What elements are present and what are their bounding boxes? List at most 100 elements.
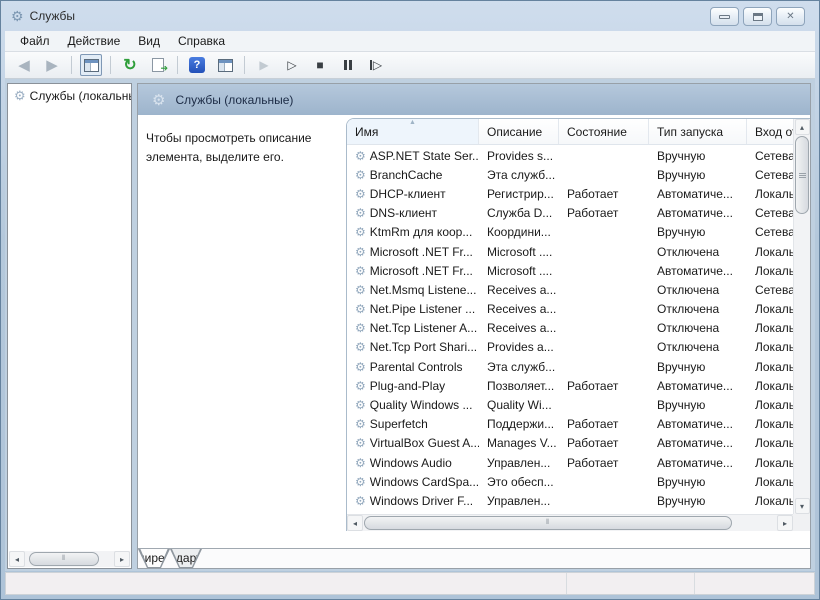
service-gear-icon: ⚙ <box>355 245 366 259</box>
table-row[interactable]: ⚙ Windows Driver F... Управлен... Вручну… <box>347 491 793 510</box>
table-row[interactable]: ⚙ Net.Tcp Listener A... Receives a... От… <box>347 319 793 338</box>
horizontal-scrollbar-thumb[interactable]: ⦀ <box>364 516 732 530</box>
column-header-name[interactable]: Имя ▲ <box>347 119 479 144</box>
forward-arrow-icon: ▶ <box>46 56 58 74</box>
minimize-button[interactable] <box>710 7 739 26</box>
column-header-state[interactable]: Состояние <box>559 119 649 144</box>
service-startup-type-cell: Автоматиче... <box>649 434 747 453</box>
menu-action[interactable]: Действие <box>59 32 130 50</box>
table-row[interactable]: ⚙ DHCP-клиент Регистрир... Работает Авто… <box>347 184 793 203</box>
service-logon-cell: Локальная система <box>747 300 793 319</box>
table-header-row: Имя ▲ Описание Состояние Тип запуска Вхо… <box>347 119 793 145</box>
table-row[interactable]: ⚙ Quality Windows ... Quality Wi... Вруч… <box>347 395 793 414</box>
toolbar-separator <box>244 56 245 74</box>
tree-item-services-local[interactable]: ⚙ Службы (локальные) <box>8 84 131 106</box>
view-tab-bar: Расширенный Стандартный <box>138 548 810 568</box>
title-bar[interactable]: ⚙ Службы ✕ <box>1 1 819 31</box>
menu-bar: Файл Действие Вид Справка <box>5 31 815 52</box>
scrollbar-corner <box>793 514 810 531</box>
status-pane-secondary <box>567 573 695 594</box>
column-header-logon-as[interactable]: Вход от имени <box>747 119 793 144</box>
table-row[interactable]: ⚙ Superfetch Поддержи... Работает Автома… <box>347 415 793 434</box>
column-header-startup-type[interactable]: Тип запуска <box>649 119 747 144</box>
toolbar-separator <box>110 56 111 74</box>
help-button[interactable]: ? <box>186 54 208 76</box>
service-description-cell: Эта служб... <box>479 165 559 184</box>
table-row[interactable]: ⚙ Net.Msmq Listene... Receives a... Откл… <box>347 280 793 299</box>
tree-item-label: Службы (локальные) <box>30 89 131 103</box>
tab-standard[interactable]: Стандартный <box>170 549 202 568</box>
service-name-cell: ⚙ Parental Controls <box>347 357 479 376</box>
scroll-left-icon[interactable]: ◂ <box>9 551 25 567</box>
service-gear-icon: ⚙ <box>355 283 366 297</box>
help-icon: ? <box>189 57 205 73</box>
menu-file[interactable]: Файл <box>11 32 59 50</box>
horizontal-scrollbar[interactable]: ◂ ⦀ ▸ <box>347 514 793 531</box>
scroll-right-icon[interactable]: ▸ <box>114 551 130 567</box>
start-service-button[interactable]: ▷ <box>281 54 303 76</box>
forward-button[interactable]: ▶ <box>41 54 63 76</box>
service-description-cell: Управлен... <box>479 491 559 510</box>
menu-help[interactable]: Справка <box>169 32 234 50</box>
service-logon-cell: Локальная система <box>747 338 793 357</box>
refresh-button[interactable]: ↻ <box>119 54 141 76</box>
close-button[interactable]: ✕ <box>776 7 805 26</box>
column-header-description[interactable]: Описание <box>479 119 559 144</box>
menu-view[interactable]: Вид <box>129 32 169 50</box>
table-row[interactable]: ⚙ ASP.NET State Ser... Provides s... Вру… <box>347 146 793 165</box>
service-description-cell: Поддержи... <box>479 415 559 434</box>
service-name-cell: ⚙ Windows CardSpa... <box>347 472 479 491</box>
back-button[interactable]: ◀ <box>13 54 35 76</box>
service-description-cell: Эта служб... <box>479 357 559 376</box>
service-state-cell <box>559 319 649 338</box>
table-row[interactable]: ⚙ Microsoft .NET Fr... Microsoft .... Ав… <box>347 261 793 280</box>
table-row[interactable]: ⚙ Net.Tcp Port Shari... Provides a... От… <box>347 338 793 357</box>
banner-title: Службы (локальные) <box>175 93 293 107</box>
table-row[interactable]: ⚙ Microsoft .NET Fr... Microsoft .... От… <box>347 242 793 261</box>
restart-service-button[interactable]: ▷ <box>365 54 387 76</box>
service-description-cell: Provides a... <box>479 338 559 357</box>
scroll-up-icon[interactable]: ▴ <box>795 119 810 135</box>
service-name-cell: ⚙ Plug-and-Play <box>347 376 479 395</box>
tab-extended[interactable]: Расширенный <box>138 549 170 568</box>
sort-ascending-icon: ▲ <box>409 119 416 126</box>
maximize-button[interactable] <box>743 7 772 26</box>
table-row[interactable]: ⚙ BranchCache Эта служб... Вручную Сетев… <box>347 165 793 184</box>
scroll-down-icon[interactable]: ▾ <box>795 498 810 514</box>
show-properties-button[interactable] <box>214 54 236 76</box>
service-logon-cell: Локальная система <box>747 491 793 510</box>
status-bar <box>5 572 815 595</box>
service-description-cell: Manages V... <box>479 434 559 453</box>
vertical-scrollbar-thumb[interactable] <box>795 136 809 214</box>
vertical-scrollbar[interactable]: ▴ ▾ <box>793 119 810 514</box>
service-gear-icon: ⚙ <box>355 225 366 239</box>
table-row[interactable]: ⚙ Parental Controls Эта служб... Вручную… <box>347 357 793 376</box>
scroll-right-icon[interactable]: ▸ <box>777 515 793 531</box>
service-logon-cell: Локальная система <box>747 184 793 203</box>
table-row[interactable]: ⚙ DNS-клиент Служба D... Работает Автома… <box>347 204 793 223</box>
table-row[interactable]: ⚙ Net.Pipe Listener ... Receives a... От… <box>347 300 793 319</box>
stop-service-button[interactable]: ■ <box>309 54 331 76</box>
service-gear-icon: ⚙ <box>355 494 366 508</box>
table-body: ⚙ ASP.NET State Ser... Provides s... Вру… <box>347 146 793 531</box>
service-description-cell: Microsoft .... <box>479 261 559 280</box>
service-gear-icon: ⚙ <box>355 417 366 431</box>
service-name-cell: ⚙ Net.Tcp Port Shari... <box>347 338 479 357</box>
table-row[interactable]: ⚙ KtmRm для коор... Координи... Вручную … <box>347 223 793 242</box>
table-row[interactable]: ⚙ Windows CardSpa... Это обесп... Вручну… <box>347 472 793 491</box>
tree-scrollbar-thumb[interactable]: ⦀ <box>29 552 99 566</box>
table-row[interactable]: ⚙ Plug-and-Play Позволяет... Работает Ав… <box>347 376 793 395</box>
service-logon-cell: Сетевая служба <box>747 165 793 184</box>
scroll-left-icon[interactable]: ◂ <box>347 515 363 531</box>
table-row[interactable]: ⚙ Windows Audio Управлен... Работает Авт… <box>347 453 793 472</box>
service-logon-cell: Локальная система <box>747 242 793 261</box>
services-banner: ⚙ Службы (локальные) <box>138 84 810 115</box>
export-list-button[interactable] <box>147 54 169 76</box>
show-console-tree-button[interactable] <box>80 54 102 76</box>
service-logon-cell: Локальная система <box>747 434 793 453</box>
table-row[interactable]: ⚙ VirtualBox Guest A... Manages V... Раб… <box>347 434 793 453</box>
tree-horizontal-scrollbar[interactable]: ◂ ⦀ ▸ <box>9 551 130 567</box>
toolbar-separator <box>71 56 72 74</box>
pause-service-button[interactable] <box>337 54 359 76</box>
service-startup-type-cell: Автоматиче... <box>649 184 747 203</box>
